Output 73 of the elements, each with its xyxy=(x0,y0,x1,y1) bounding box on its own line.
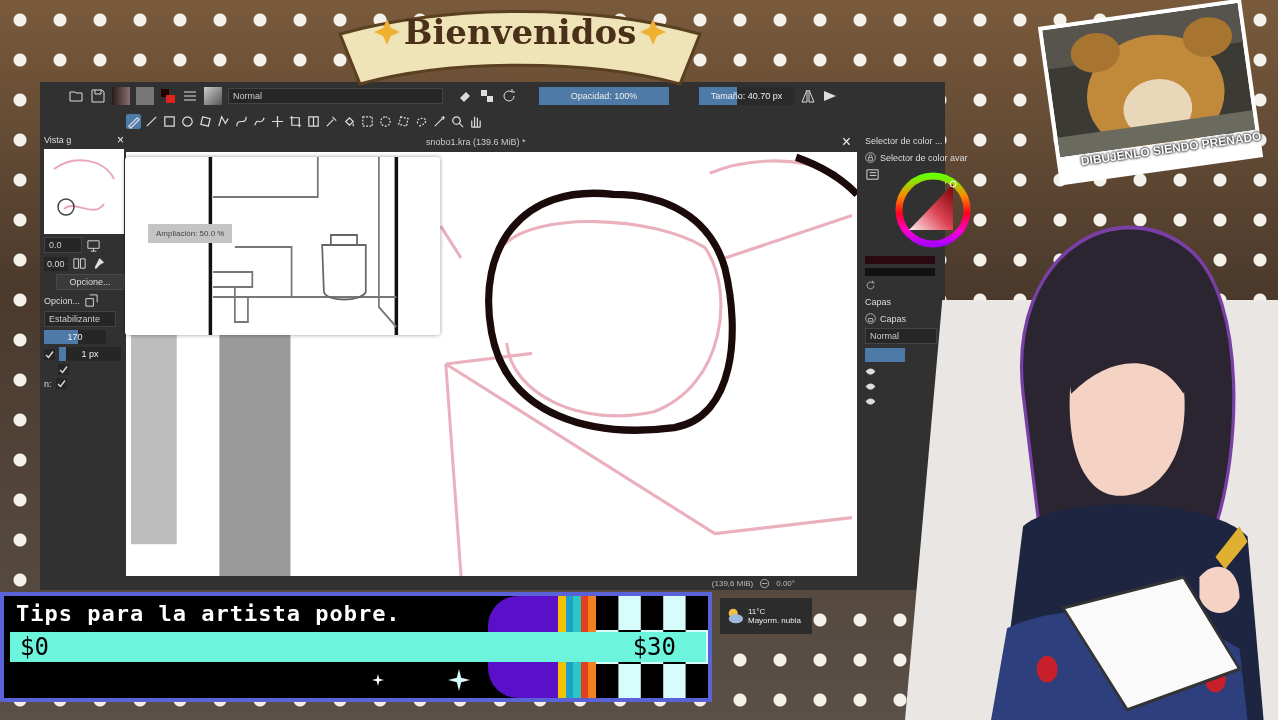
opacity-slider[interactable]: Opacidad: 100% xyxy=(539,87,669,105)
checkbox[interactable] xyxy=(55,378,67,389)
polyline-icon[interactable] xyxy=(216,113,231,129)
eye-icon[interactable] xyxy=(865,396,876,407)
memory-usage: (139,6 MiB) xyxy=(711,578,754,588)
rotation-angle: 0.00° xyxy=(776,578,795,588)
polygon-icon[interactable] xyxy=(198,113,213,129)
weather-condition: Mayorm. nubla xyxy=(748,616,801,625)
delay-slider[interactable]: 1 px xyxy=(59,347,121,361)
checkbox[interactable] xyxy=(44,348,55,360)
checkbox[interactable] xyxy=(58,364,69,375)
eye-icon[interactable] xyxy=(865,366,876,377)
color-history-bar[interactable] xyxy=(865,268,935,276)
start-amount: $0 xyxy=(20,633,49,661)
smoothing-dropdown[interactable]: Estabilizante xyxy=(44,311,116,327)
options-button[interactable]: Opcione... xyxy=(56,274,124,290)
save-icon[interactable] xyxy=(90,88,106,104)
monitor-icon[interactable] xyxy=(86,237,101,253)
document-tab[interactable]: snobo1.kra (139.6 MiB) * xyxy=(426,137,526,147)
ellipse-selection-icon[interactable] xyxy=(378,113,393,129)
close-button[interactable]: × xyxy=(839,134,853,150)
crop-icon[interactable] xyxy=(288,113,303,129)
lock-icon[interactable] xyxy=(865,313,876,324)
rectangle-selection-icon[interactable] xyxy=(360,113,375,129)
rotate-icon[interactable] xyxy=(759,577,771,589)
magic-wand-icon[interactable] xyxy=(432,113,447,129)
color-history-bar[interactable] xyxy=(865,256,935,264)
temperature: 11°C xyxy=(748,607,767,616)
close-button[interactable]: × xyxy=(115,134,126,146)
star-icon xyxy=(373,19,400,45)
list-icon[interactable] xyxy=(182,88,198,104)
sparkle-icon xyxy=(448,669,470,691)
goal-amount: $30 xyxy=(632,633,676,661)
lock-icon[interactable] xyxy=(865,152,876,163)
weather-widget[interactable]: 11°C Mayorm. nubla xyxy=(720,598,812,634)
cloud-moon-icon xyxy=(726,607,744,625)
color-selector-tab[interactable]: Selector de color ... xyxy=(865,134,943,148)
star-icon xyxy=(640,19,667,45)
polygon-selection-icon[interactable] xyxy=(396,113,411,129)
reload-icon[interactable] xyxy=(501,88,517,104)
gradient-icon[interactable] xyxy=(306,113,321,129)
mirror-icon[interactable] xyxy=(800,88,816,104)
color-selector-title: Selector de color avar xyxy=(880,152,968,163)
rotation-field[interactable]: 0.00 xyxy=(44,256,68,271)
arrow-right-icon[interactable] xyxy=(822,88,838,104)
pattern-swatch[interactable] xyxy=(136,87,154,105)
layer-blend-dropdown[interactable]: Normal xyxy=(865,328,937,344)
rectangle-icon[interactable] xyxy=(162,113,177,129)
blend-mode-dropdown[interactable]: Normal xyxy=(228,88,443,104)
overview-title: Vista g xyxy=(44,135,72,145)
gradient-swatch[interactable] xyxy=(112,87,130,105)
eye-icon[interactable] xyxy=(865,381,876,392)
zoom-label: Ampliación: 50.0 % xyxy=(148,224,233,243)
refresh-icon[interactable] xyxy=(865,280,876,291)
option-label: n: xyxy=(44,378,52,389)
banner-title: Bienvenidos xyxy=(403,12,637,52)
float-icon[interactable] xyxy=(84,293,100,308)
checkerboard-icon[interactable] xyxy=(479,88,495,104)
list-icon[interactable] xyxy=(865,167,880,182)
folder-icon[interactable] xyxy=(68,88,84,104)
sparkle-icon xyxy=(372,674,384,686)
brush-icon[interactable] xyxy=(126,113,141,129)
mirror-icon[interactable] xyxy=(71,256,87,271)
layers-title: Capas xyxy=(880,313,906,324)
search-icon[interactable] xyxy=(450,113,465,129)
donation-title: Tips para la artista pobre. xyxy=(16,600,401,626)
color-pair-icon[interactable] xyxy=(160,88,176,104)
meme-caption: DIBUJENLO SIENDO PREÑADO xyxy=(1080,129,1263,169)
zoom-dropdown[interactable]: 0.0 xyxy=(44,237,82,253)
brush-preset-button[interactable] xyxy=(204,87,222,105)
options-title: Opcion... xyxy=(44,295,81,306)
move-icon[interactable] xyxy=(270,113,285,129)
layers-tab[interactable]: Capas xyxy=(865,295,891,309)
